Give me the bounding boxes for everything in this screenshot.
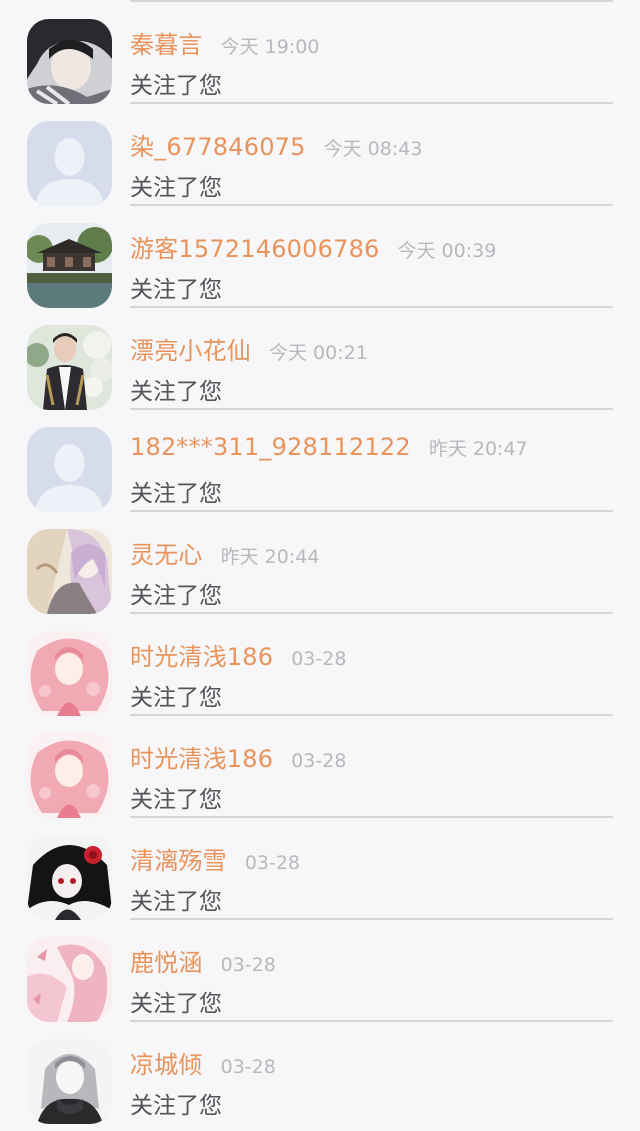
notification-message: 关注了您: [130, 73, 222, 99]
notification-message: 关注了您: [130, 583, 222, 609]
default-user-icon: [27, 121, 112, 206]
timestamp: 03-28: [220, 954, 276, 976]
notification-message: 关注了您: [130, 1093, 222, 1119]
list-item[interactable]: 鹿悦涵 03-28 关注了您: [0, 918, 640, 1022]
avatar-anime-black-hair-red-rose-icon: [27, 835, 112, 920]
default-user-icon: [27, 427, 112, 512]
timestamp: 今天 00:39: [397, 240, 497, 262]
avatar[interactable]: [27, 835, 112, 920]
avatar-sketch-girl-dark-coat-icon: [27, 1039, 112, 1124]
user-name[interactable]: 清漓殇雪: [130, 841, 227, 876]
avatar-anime-pink-girl-icon: [27, 733, 112, 818]
notification-message: 关注了您: [130, 379, 222, 405]
timestamp: 03-28: [220, 1056, 276, 1078]
timestamp: 今天 08:43: [323, 138, 423, 160]
timestamp: 昨天 20:44: [220, 546, 320, 568]
notification-message: 关注了您: [130, 685, 222, 711]
user-name[interactable]: 游客1572146006786: [130, 229, 380, 264]
avatar-anime-pink-hair-icon: [27, 937, 112, 1022]
notification-message: 关注了您: [130, 889, 222, 915]
avatar[interactable]: [27, 19, 112, 104]
list-item[interactable]: 秦暮言 今天 19:00 关注了您: [0, 0, 640, 104]
avatar[interactable]: [27, 631, 112, 716]
notification-message: 关注了您: [130, 175, 222, 201]
avatar[interactable]: [27, 733, 112, 818]
user-name[interactable]: 时光清浅186: [130, 739, 273, 774]
list-item[interactable]: 染_677846075 今天 08:43 关注了您: [0, 102, 640, 206]
avatar-photo-dark-hair-girl-icon: [27, 19, 112, 104]
list-item[interactable]: 漂亮小花仙 今天 00:21 关注了您: [0, 306, 640, 410]
list-item[interactable]: 182***311_928112122 昨天 20:47 关注了您: [0, 408, 640, 512]
user-name[interactable]: 时光清浅186: [130, 637, 273, 672]
list-item[interactable]: 时光清浅186 03-28 关注了您: [0, 612, 640, 716]
notification-message: 关注了您: [130, 481, 222, 507]
avatar[interactable]: [27, 529, 112, 614]
user-name[interactable]: 182***311_928112122: [130, 433, 411, 461]
notification-message: 关注了您: [130, 991, 222, 1017]
user-name[interactable]: 凉城倾: [130, 1045, 203, 1080]
user-name[interactable]: 灵无心: [130, 535, 203, 570]
timestamp: 昨天 20:47: [428, 438, 528, 460]
list-item[interactable]: 时光清浅186 03-28 关注了您: [0, 714, 640, 818]
list-item[interactable]: 游客1572146006786 今天 00:39 关注了您: [0, 204, 640, 308]
avatar[interactable]: [27, 1039, 112, 1124]
avatar-anime-pink-girl-icon: [27, 631, 112, 716]
avatar[interactable]: [27, 121, 112, 206]
timestamp: 03-28: [291, 648, 347, 670]
timestamp: 03-28: [244, 852, 301, 874]
user-name[interactable]: 鹿悦涵: [130, 943, 203, 978]
user-name[interactable]: 漂亮小花仙: [130, 331, 251, 366]
avatar[interactable]: [27, 427, 112, 512]
list-item[interactable]: 灵无心 昨天 20:44 关注了您: [0, 510, 640, 614]
avatar-photo-man-with-flowers-icon: [27, 325, 112, 410]
avatar[interactable]: [27, 223, 112, 308]
avatar[interactable]: [27, 325, 112, 410]
notification-message: 关注了您: [130, 277, 222, 303]
list-item[interactable]: 清漓殇雪 03-28 关注了您: [0, 816, 640, 920]
avatar-landscape-pavilion-icon: [27, 223, 112, 308]
timestamp: 03-28: [291, 750, 347, 772]
user-name[interactable]: 秦暮言: [130, 25, 203, 60]
notification-message: 关注了您: [130, 787, 222, 813]
timestamp: 今天 19:00: [220, 36, 320, 58]
timestamp: 今天 00:21: [269, 342, 368, 364]
user-name[interactable]: 染_677846075: [130, 127, 306, 162]
avatar[interactable]: [27, 937, 112, 1022]
avatar-anime-pale-couple-icon: [27, 529, 112, 614]
list-item[interactable]: 凉城倾 03-28 关注了您: [0, 1020, 640, 1124]
